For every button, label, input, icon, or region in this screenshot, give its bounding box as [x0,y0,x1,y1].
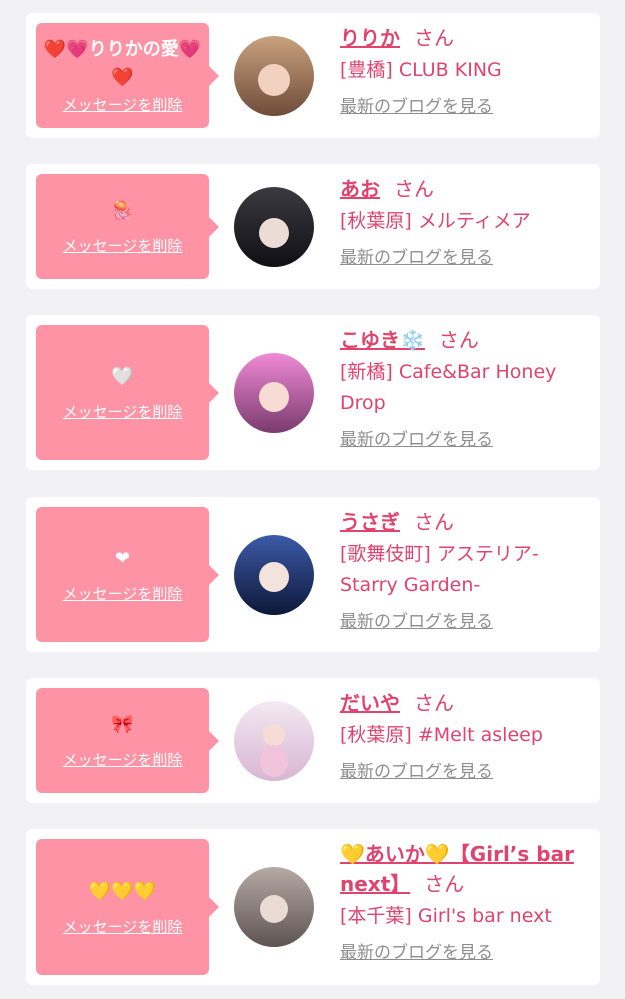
cast-info: こゆき❄️ さん [新橋] Cafe&Bar Honey Drop 最新のブログを… [340,325,590,450]
avatar[interactable] [234,535,314,615]
honorific: さん [424,872,465,896]
shop-label: [本千葉] Girl's bar next [340,905,552,927]
avatar[interactable] [234,353,314,433]
avatar[interactable] [234,867,314,947]
delete-message-link[interactable]: メッセージを削除 [63,749,183,770]
avatar[interactable] [234,36,314,116]
shop-label: [豊橋] CLUB KING [340,59,502,81]
message-text: 💛💛💛 [88,880,157,902]
message-bubble: 🤍 メッセージを削除 [36,325,219,460]
message-card: 🤍 メッセージを削除 こゆき❄️ さん [新橋] Cafe&Bar Honey D… [26,315,600,470]
avatar[interactable] [234,701,314,781]
message-bubble: 💛💛💛 メッセージを削除 [36,839,219,975]
name-row: だいや さん [340,688,590,718]
message-card: 🎀 メッセージを削除 だいや さん [秋葉原] #Melt asleep 最新のブ… [26,678,600,803]
latest-blog-link[interactable]: 最新のブログを見る [340,607,493,632]
honorific: さん [414,510,454,534]
message-text: 🎀 [111,714,134,735]
cast-name-link[interactable]: こゆき❄️ [340,328,425,352]
name-row: 💛あいか💛【Girl’s bar next】 さん [340,839,590,899]
avatar[interactable] [234,187,314,267]
message-bubble: ❤ メッセージを削除 [36,507,219,642]
message-card: 🪼 メッセージを削除 あお さん [秋葉原] メルティメア 最新のブログを見る [26,164,600,289]
shop-label: [新橋] Cafe&Bar Honey Drop [340,361,557,414]
name-row: こゆき❄️ さん [340,325,590,355]
name-row: うさぎ さん [340,507,590,537]
name-row: りりか さん [340,23,590,53]
honorific: さん [438,328,479,352]
delete-message-link[interactable]: メッセージを削除 [63,235,183,256]
cast-info: うさぎ さん [歌舞伎町] アステリア-Starry Garden- 最新のブログ… [340,507,590,632]
delete-message-link[interactable]: メッセージを削除 [63,401,183,422]
shop-label: [歌舞伎町] アステリア-Starry Garden- [340,543,539,596]
shop-label: [秋葉原] メルティメア [340,210,531,232]
message-text: 🪼 [111,200,134,221]
message-bubble: 🎀 メッセージを削除 [36,688,219,793]
honorific: さん [414,26,454,50]
honorific: さん [414,691,454,715]
name-row: あお さん [340,174,590,204]
delete-message-link[interactable]: メッセージを削除 [63,583,183,604]
cast-name-link[interactable]: あお [340,177,380,201]
cast-name-link[interactable]: りりか [340,26,400,50]
message-text: ❤️💗りりかの愛💗❤️ [43,39,202,88]
message-card: ❤️💗りりかの愛💗❤️ メッセージを削除 りりか さん [豊橋] CLUB KIN… [26,13,600,138]
shop-label: [秋葉原] #Melt asleep [340,724,543,746]
latest-blog-link[interactable]: 最新のブログを見る [340,757,493,782]
delete-message-link[interactable]: メッセージを削除 [63,916,183,937]
delete-message-link[interactable]: メッセージを削除 [63,94,183,115]
latest-blog-link[interactable]: 最新のブログを見る [340,425,493,450]
message-text: ❤ [114,548,131,569]
cast-info: 💛あいか💛【Girl’s bar next】 さん [本千葉] Girl's ba… [340,839,590,963]
message-bubble: 🪼 メッセージを削除 [36,174,219,279]
message-card: 💛💛💛 メッセージを削除 💛あいか💛【Girl’s bar next】 さん [本… [26,829,600,985]
message-list: ❤️💗りりかの愛💗❤️ メッセージを削除 りりか さん [豊橋] CLUB KIN… [0,0,625,999]
cast-name-link[interactable]: だいや [340,691,400,715]
cast-info: あお さん [秋葉原] メルティメア 最新のブログを見る [340,174,590,268]
cast-info: だいや さん [秋葉原] #Melt asleep 最新のブログを見る [340,688,590,782]
honorific: さん [394,177,434,201]
latest-blog-link[interactable]: 最新のブログを見る [340,938,493,963]
message-card: ❤ メッセージを削除 うさぎ さん [歌舞伎町] アステリア-Starry Gar… [26,497,600,652]
message-text: 🤍 [111,366,134,387]
latest-blog-link[interactable]: 最新のブログを見る [340,92,493,117]
message-bubble: ❤️💗りりかの愛💗❤️ メッセージを削除 [36,23,219,128]
cast-info: りりか さん [豊橋] CLUB KING 最新のブログを見る [340,23,590,117]
cast-name-link[interactable]: うさぎ [340,510,400,534]
latest-blog-link[interactable]: 最新のブログを見る [340,243,493,268]
